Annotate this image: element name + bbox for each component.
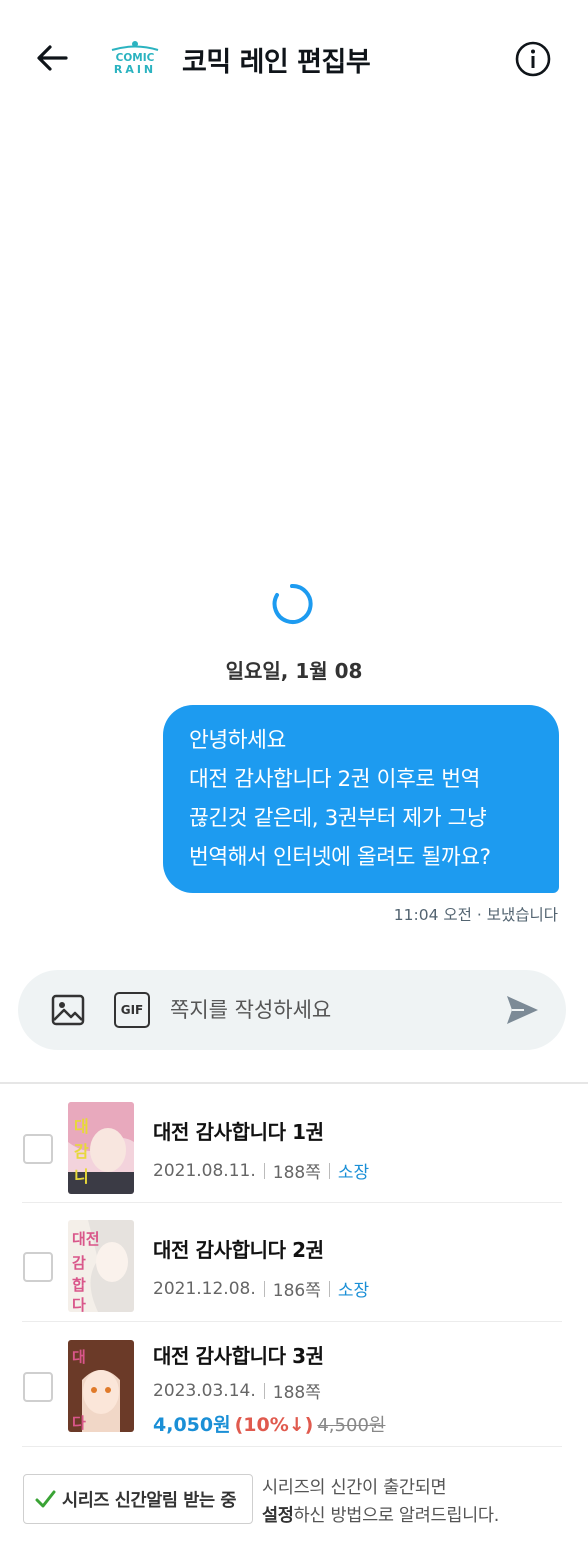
book-date: 2021.08.11. — [153, 1160, 256, 1181]
book-meta: 2021.12.08. 186쪽 소장 — [153, 1276, 370, 1302]
note-line-2-text: 하신 방법으로 알려드립니다. — [293, 1506, 500, 1526]
conversation-title: 코믹 레인 편집부 — [182, 47, 371, 78]
book-cover-image: 대 다 — [68, 1340, 134, 1432]
row-divider — [22, 1321, 562, 1322]
svg-text:니: 니 — [74, 1167, 89, 1186]
owned-badge: 소장 — [337, 1281, 370, 1301]
note-line-2: 설정하신 방법으로 알려드립니다. — [262, 1502, 499, 1530]
meta-separator — [328, 1280, 330, 1297]
send-icon[interactable] — [504, 992, 540, 1028]
comic-rain-logo: COMIC RAIN — [108, 40, 162, 76]
image-icon[interactable] — [50, 992, 86, 1028]
discount-badge: (10%↓) — [234, 1414, 314, 1436]
message-input[interactable] — [170, 992, 490, 1028]
book-title[interactable]: 대전 감사합니다 1권 — [153, 1116, 324, 1145]
sent-message-bubble[interactable]: 안녕하세요 대전 감사합니다 2권 이후로 번역 끊긴것 같은데, 3권부터 제… — [163, 705, 559, 893]
svg-text:대: 대 — [74, 1117, 89, 1136]
message-line: 대전 감사합니다 2권 이후로 번역 — [189, 767, 480, 792]
svg-text:대: 대 — [72, 1348, 86, 1366]
owned-badge: 소장 — [337, 1163, 370, 1183]
row-divider — [22, 1202, 562, 1203]
book-checkbox[interactable] — [23, 1372, 53, 1402]
book-pages: 186쪽 — [272, 1281, 321, 1301]
back-button[interactable] — [32, 38, 72, 78]
note-line-1: 시리즈의 신간이 출간되면 — [262, 1478, 447, 1498]
svg-text:감: 감 — [72, 1254, 86, 1272]
chat-header: COMIC RAIN 코믹 레인 편집부 — [0, 0, 588, 115]
svg-text:다: 다 — [72, 1296, 86, 1312]
book-title[interactable]: 대전 감사합니다 2권 — [153, 1234, 324, 1263]
meta-separator — [263, 1382, 265, 1399]
meta-separator — [263, 1162, 265, 1179]
book-checkbox[interactable] — [23, 1134, 53, 1164]
meta-separator — [263, 1280, 265, 1297]
gif-button[interactable]: GIF — [114, 992, 150, 1028]
arrow-left-icon — [37, 45, 68, 71]
message-line: 끊긴것 같은데, 3권부터 제가 그냥 — [189, 806, 487, 831]
meta-separator — [328, 1162, 330, 1179]
svg-text:합: 합 — [72, 1276, 86, 1294]
sale-price: 4,050원 — [153, 1414, 231, 1436]
price-row: 4,050원 (10%↓) 4,500원 — [153, 1410, 385, 1437]
original-price: 4,500원 — [317, 1415, 386, 1436]
message-line: 안녕하세요 — [189, 728, 286, 753]
book-meta: 2023.03.14. 188쪽 — [153, 1378, 321, 1404]
info-button[interactable] — [514, 40, 552, 78]
book-date: 2021.12.08. — [153, 1278, 256, 1299]
book-row[interactable]: 대전 감 합 다 대전 감사합니다 2권 2021.12.08. 186쪽 소장 — [0, 1206, 588, 1324]
series-alarm-button[interactable]: 시리즈 신간알림 받는 중 — [23, 1474, 253, 1524]
svg-text:다: 다 — [72, 1414, 86, 1432]
message-line: 번역해서 인터넷에 올려도 될까요? — [189, 845, 491, 870]
alarm-label: 시리즈 신간알림 받는 중 — [62, 1490, 237, 1511]
logo-text-bottom: RAIN — [114, 63, 156, 76]
svg-text:대전: 대전 — [72, 1230, 100, 1248]
section-divider — [0, 1082, 588, 1084]
date-separator: 일요일, 1월 08 — [225, 659, 363, 683]
check-icon — [35, 1490, 56, 1508]
book-checkbox[interactable] — [23, 1252, 53, 1282]
book-pages: 188쪽 — [272, 1163, 321, 1183]
loading-spinner-icon — [271, 583, 313, 625]
book-row[interactable]: 대 다 대전 감사합니다 3권 2023.03.14. 188쪽 4,050원(… — [0, 1326, 588, 1448]
row-divider — [22, 1446, 562, 1447]
note-bold: 설정 — [262, 1506, 294, 1526]
message-composer: GIF — [18, 970, 566, 1050]
book-cover-image: 대전 감 합 다 — [68, 1220, 134, 1312]
book-title[interactable]: 대전 감사합니다 3권 — [153, 1340, 324, 1369]
book-meta: 2021.08.11. 188쪽 소장 — [153, 1158, 370, 1184]
book-date: 2023.03.14. — [153, 1380, 256, 1401]
book-row[interactable]: 대 감 니 대전 감사합니다 1권 2021.08.11. 188쪽 소장 — [0, 1088, 588, 1206]
alarm-description: 시리즈의 신간이 출간되면 설정하신 방법으로 알려드립니다. — [262, 1474, 499, 1530]
message-timestamp: 11:04 오전 · 보냈습니다 — [393, 906, 558, 924]
svg-text:감: 감 — [74, 1142, 89, 1161]
book-pages: 188쪽 — [272, 1383, 321, 1403]
info-icon — [515, 41, 551, 77]
book-cover-image: 대 감 니 — [68, 1102, 134, 1194]
